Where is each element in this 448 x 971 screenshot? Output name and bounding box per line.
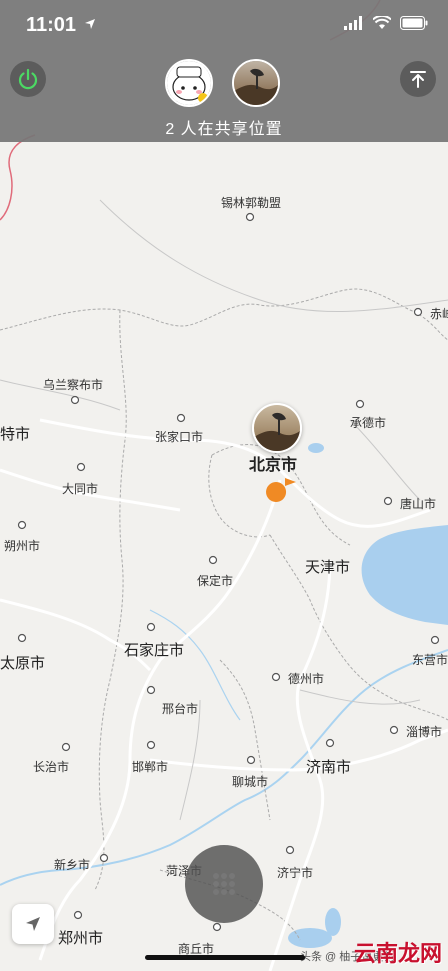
city-label: 特市 (0, 426, 31, 443)
lake (308, 443, 324, 453)
city-label: 赤峰 (430, 307, 448, 321)
signal-icon (344, 16, 362, 30)
share-location-header: 11:01 2 人在共享位置 (0, 0, 448, 142)
user-location-avatar[interactable] (252, 403, 302, 453)
lake (325, 908, 341, 936)
status-bar: 11:01 (0, 0, 448, 50)
city-label: 长治市 (33, 760, 70, 774)
city-label: 大同市 (62, 482, 99, 496)
my-location-button[interactable] (12, 904, 54, 944)
city-label: 朔州市 (4, 539, 41, 553)
city-label: 邢台市 (162, 702, 199, 716)
city-label: 郑州市 (58, 930, 104, 947)
city-label-beijing: 北京市 (249, 457, 298, 474)
city-label: 聊城市 (232, 775, 269, 789)
city-label: 新乡市 (54, 858, 91, 872)
power-icon (18, 68, 38, 90)
home-indicator[interactable] (145, 955, 305, 960)
city-label: 济宁市 (277, 866, 314, 880)
status-icons (344, 16, 428, 30)
avatar-image (254, 405, 300, 451)
arrow-up-to-top-icon (410, 71, 426, 88)
city-label: 邯郸市 (132, 760, 169, 774)
location-marker (266, 482, 287, 502)
grip-dots-icon (213, 873, 235, 895)
city-label: 乌兰察布市 (43, 378, 104, 392)
watermark: 云南龙网 (353, 941, 442, 966)
wifi-icon (373, 16, 391, 29)
location-services-icon (85, 19, 95, 29)
city-label: 济南市 (306, 759, 352, 776)
city-label: 锡林郭勒盟 (221, 196, 282, 210)
participant-avatar[interactable] (232, 59, 280, 107)
sharing-count-label: 2 人在共享位置 (165, 121, 283, 138)
city-label: 天津市 (305, 559, 351, 576)
city-label: 保定市 (197, 574, 234, 588)
city-label: 东营市 (412, 653, 448, 667)
navigation-arrow-icon (26, 917, 40, 931)
city-label: 淄博市 (406, 725, 443, 739)
collapse-top-button[interactable] (400, 61, 436, 97)
voice-panel-button[interactable] (185, 845, 263, 923)
city-label: 承德市 (350, 416, 387, 430)
city-label: 唐山市 (400, 497, 437, 511)
lake (288, 928, 332, 948)
status-time: 11:01 (26, 14, 77, 36)
city-label: 德州市 (288, 672, 325, 686)
battery-icon (400, 16, 428, 30)
stop-sharing-button[interactable] (10, 61, 46, 97)
scenery-avatar-image (234, 61, 278, 105)
cartoon-avatar-image (167, 61, 211, 105)
city-label: 张家口市 (155, 430, 204, 444)
city-label: 太原市 (0, 655, 46, 672)
city-label: 石家庄市 (124, 642, 185, 659)
participant-avatar[interactable] (165, 59, 213, 107)
